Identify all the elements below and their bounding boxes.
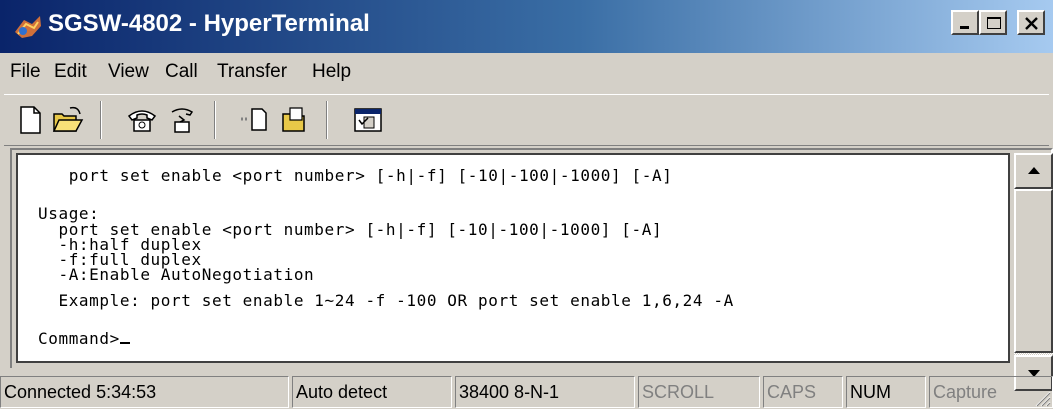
close-button[interactable] bbox=[1017, 10, 1045, 35]
terminal-line: Example: port set enable 1~24 -f -100 OR… bbox=[38, 291, 734, 310]
status-num: NUM bbox=[846, 376, 926, 408]
disconnect-button[interactable] bbox=[162, 101, 202, 139]
terminal-line: port set enable <port number> [-h|-f] [-… bbox=[38, 166, 673, 185]
send-button[interactable] bbox=[234, 101, 274, 139]
disconnect-icon bbox=[171, 108, 194, 133]
title-bar[interactable]: SGSW-4802 - HyperTerminal bbox=[0, 0, 1053, 53]
minimize-button[interactable] bbox=[951, 10, 979, 35]
toolbar-separator bbox=[100, 101, 102, 139]
properties-icon bbox=[354, 108, 382, 132]
status-connected: Connected 5:34:53 bbox=[0, 376, 289, 408]
connect-button[interactable] bbox=[122, 101, 162, 139]
status-scroll: SCROLL bbox=[638, 376, 760, 408]
hyperterminal-window: SGSW-4802 - HyperTerminal File Edit View… bbox=[0, 0, 1053, 409]
status-bar: Connected 5:34:53 Auto detect 38400 8-N-… bbox=[0, 374, 1053, 409]
status-port-settings: 38400 8-N-1 bbox=[455, 376, 635, 408]
send-icon bbox=[241, 108, 267, 131]
status-caps: CAPS bbox=[763, 376, 843, 408]
status-auto-detect: Auto detect bbox=[292, 376, 452, 408]
receive-icon bbox=[282, 107, 305, 132]
menu-bar: File Edit View Call Transfer Help bbox=[0, 53, 1053, 91]
close-icon bbox=[1025, 17, 1038, 30]
menu-transfer[interactable]: Transfer bbox=[217, 61, 287, 83]
menu-help[interactable]: Help bbox=[312, 61, 351, 83]
command-prompt-line: Command> bbox=[38, 329, 130, 348]
menu-call[interactable]: Call bbox=[165, 61, 198, 83]
connect-icon bbox=[127, 110, 157, 132]
terminal-bottom-edge bbox=[10, 368, 1014, 373]
command-prompt: Command> bbox=[38, 329, 120, 348]
scroll-up-button[interactable] bbox=[1014, 153, 1053, 189]
window-title: SGSW-4802 - HyperTerminal bbox=[48, 10, 370, 37]
maximize-button[interactable] bbox=[979, 10, 1007, 35]
scrollbar-thumb[interactable] bbox=[1014, 189, 1053, 353]
receive-button[interactable] bbox=[276, 101, 316, 139]
new-connection-icon bbox=[20, 106, 41, 134]
open-icon bbox=[52, 106, 84, 132]
arrow-up-icon bbox=[1028, 167, 1040, 174]
resize-grip-icon[interactable] bbox=[1033, 389, 1051, 407]
menu-edit[interactable]: Edit bbox=[54, 61, 87, 83]
terminal-screen[interactable]: port set enable <port number> [-h|-f] [-… bbox=[16, 153, 1010, 363]
toolbar-separator bbox=[214, 101, 216, 139]
minimize-icon bbox=[960, 26, 969, 29]
new-connection-button[interactable] bbox=[10, 101, 50, 139]
open-button[interactable] bbox=[48, 101, 88, 139]
terminal-line: -A:Enable AutoNegotiation bbox=[38, 265, 315, 284]
properties-button[interactable] bbox=[348, 101, 388, 139]
hyperterminal-app-icon bbox=[12, 12, 44, 42]
menu-file[interactable]: File bbox=[10, 61, 41, 83]
maximize-icon bbox=[987, 17, 1001, 29]
text-cursor bbox=[119, 342, 130, 344]
toolbar-separator bbox=[326, 101, 328, 139]
menu-view[interactable]: View bbox=[108, 61, 149, 83]
toolbar bbox=[4, 94, 1049, 146]
